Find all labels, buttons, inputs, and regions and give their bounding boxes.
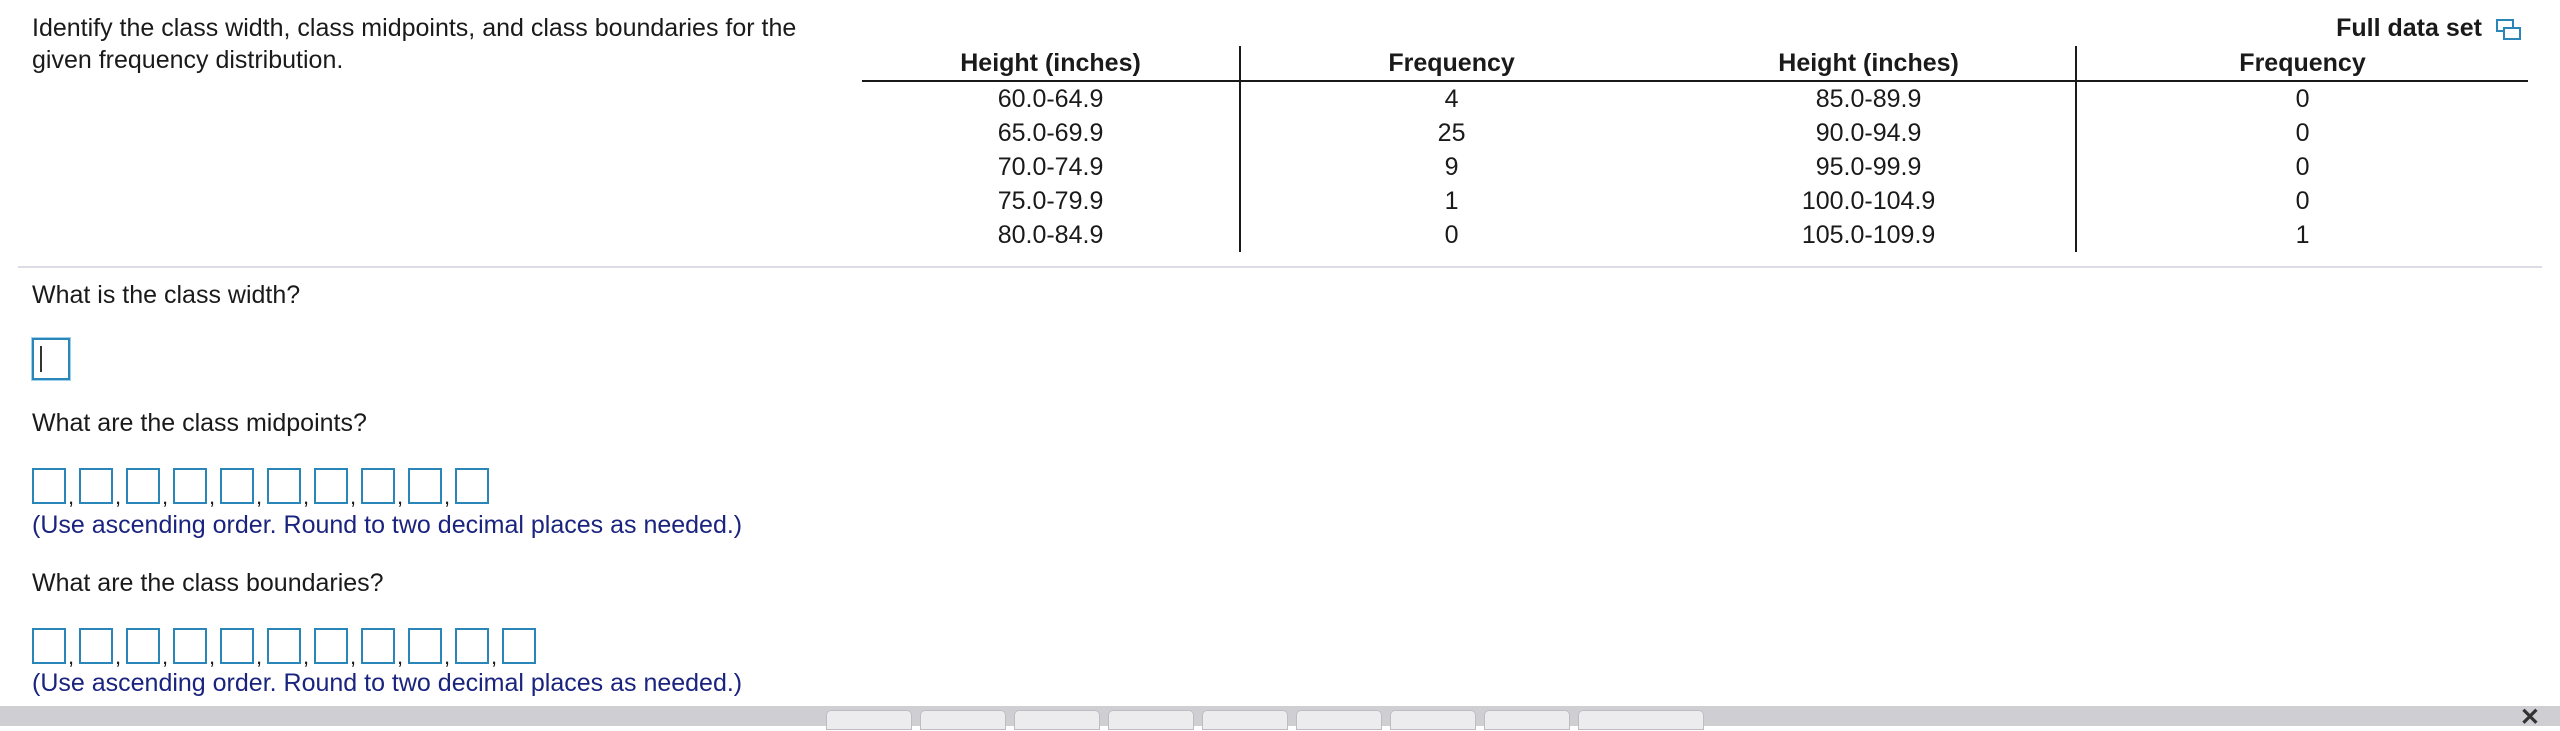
toolbar-button[interactable] (1014, 710, 1100, 730)
table-cell: 0 (2295, 152, 2310, 181)
comma-separator: , (256, 484, 263, 509)
frequency-table: Height (inches) Frequency Height (inches… (862, 46, 2528, 252)
class-midpoints-question: What are the class midpoints? (32, 409, 367, 437)
class-midpoint-input[interactable] (314, 468, 348, 504)
section-divider (18, 266, 2542, 268)
class-midpoints-inputs: ,,,,,,,,, (32, 468, 489, 509)
toolbar-button[interactable] (1296, 710, 1382, 730)
class-midpoint-input[interactable] (455, 468, 489, 504)
class-midpoints-hint: (Use ascending order. Round to two decim… (32, 511, 743, 539)
table-header-row: Height (inches) Frequency Height (inches… (862, 46, 2528, 82)
class-midpoint-input[interactable] (32, 468, 66, 504)
table-cell: 60.0-64.9 (862, 81, 1242, 116)
toolbar-button[interactable] (1202, 710, 1288, 730)
table-row: 60.0-64.9 4 85.0-89.9 0 (862, 81, 2528, 116)
table-cell: 0 (2295, 186, 2310, 215)
comma-separator: , (115, 644, 122, 669)
class-midpoint-input[interactable] (79, 468, 113, 504)
table-cell: 4 (1444, 84, 1459, 113)
comma-separator: , (303, 644, 310, 669)
table-cell: 70.0-74.9 (862, 150, 1242, 184)
header-height-1: Height (inches) (862, 46, 1242, 82)
class-boundary-input[interactable] (502, 628, 536, 664)
comma-separator: , (68, 484, 75, 509)
class-boundary-input[interactable] (314, 628, 348, 664)
table-cell: 0 (1444, 220, 1459, 249)
comma-separator: , (68, 644, 75, 669)
table-cell: 25 (1437, 118, 1466, 147)
close-icon[interactable]: ✕ (2520, 706, 2540, 730)
toolbar-button[interactable] (826, 710, 912, 730)
toolbar-button[interactable] (1108, 710, 1194, 730)
class-boundary-input[interactable] (32, 628, 66, 664)
comma-separator: , (397, 644, 404, 669)
table-cell: 9 (1444, 152, 1459, 181)
table-cell: 100.0-104.9 (1662, 184, 2078, 218)
toolbar-button[interactable] (920, 710, 1006, 730)
toolbar-button[interactable] (1484, 710, 1570, 730)
class-boundary-input[interactable] (79, 628, 113, 664)
table-cell: 1 (1444, 186, 1459, 215)
toolbar-button[interactable] (1390, 710, 1476, 730)
comma-separator: , (162, 644, 169, 669)
full-data-set-label: Full data set (2336, 14, 2482, 42)
comma-separator: , (209, 644, 216, 669)
class-boundary-input[interactable] (408, 628, 442, 664)
comma-separator: , (303, 484, 310, 509)
copy-icon[interactable] (2496, 17, 2522, 40)
comma-separator: , (444, 484, 451, 509)
question-prompt: Identify the class width, class midpoint… (32, 14, 797, 74)
class-boundaries-question: What are the class boundaries? (32, 569, 384, 597)
class-midpoint-input[interactable] (220, 468, 254, 504)
class-boundaries-inputs: ,,,,,,,,,, (32, 628, 536, 669)
comma-separator: , (444, 644, 451, 669)
toolbar-button[interactable] (1578, 710, 1704, 730)
comma-separator: , (115, 484, 122, 509)
class-boundary-input[interactable] (126, 628, 160, 664)
class-boundary-input[interactable] (267, 628, 301, 664)
class-boundary-input[interactable] (455, 628, 489, 664)
class-boundary-input[interactable] (361, 628, 395, 664)
class-boundary-input[interactable] (220, 628, 254, 664)
bottom-toolbar: ✕ (0, 706, 2560, 730)
comma-separator: , (162, 484, 169, 509)
comma-separator: , (397, 484, 404, 509)
table-cell: 0 (2295, 118, 2310, 147)
class-midpoint-input[interactable] (126, 468, 160, 504)
table-cell: 0 (2295, 84, 2310, 113)
class-midpoint-input[interactable] (173, 468, 207, 504)
table-row: 75.0-79.9 1 100.0-104.9 0 (862, 184, 2528, 218)
comma-separator: , (350, 484, 357, 509)
table-row: 65.0-69.9 25 90.0-94.9 0 (862, 116, 2528, 150)
table-cell: 90.0-94.9 (1662, 116, 2078, 150)
comma-separator: , (350, 644, 357, 669)
header-frequency-1: Frequency (1240, 46, 1663, 82)
comma-separator: , (209, 484, 216, 509)
table-row: 70.0-74.9 9 95.0-99.9 0 (862, 150, 2528, 184)
class-boundary-input[interactable] (173, 628, 207, 664)
class-midpoint-input[interactable] (267, 468, 301, 504)
table-cell: 75.0-79.9 (862, 184, 1242, 218)
header-height-2: Height (inches) (1662, 46, 2078, 82)
table-cell: 95.0-99.9 (1662, 150, 2078, 184)
table-cell: 85.0-89.9 (1662, 81, 2078, 116)
comma-separator: , (256, 644, 263, 669)
table-row: 80.0-84.9 0 105.0-109.9 1 (862, 218, 2528, 252)
class-width-question: What is the class width? (32, 281, 301, 309)
table-cell: 1 (2295, 220, 2310, 249)
table-cell: 65.0-69.9 (862, 116, 1242, 150)
class-boundaries-hint: (Use ascending order. Round to two decim… (32, 669, 743, 697)
class-midpoint-input[interactable] (408, 468, 442, 504)
full-data-set-link[interactable]: Full data set (2336, 12, 2522, 44)
table-cell: 105.0-109.9 (1662, 218, 2078, 252)
header-frequency-2: Frequency (2076, 46, 2528, 82)
class-width-input[interactable] (32, 338, 70, 380)
table-cell: 80.0-84.9 (862, 218, 1242, 252)
class-midpoint-input[interactable] (361, 468, 395, 504)
comma-separator: , (491, 644, 498, 669)
text-caret (40, 346, 42, 372)
